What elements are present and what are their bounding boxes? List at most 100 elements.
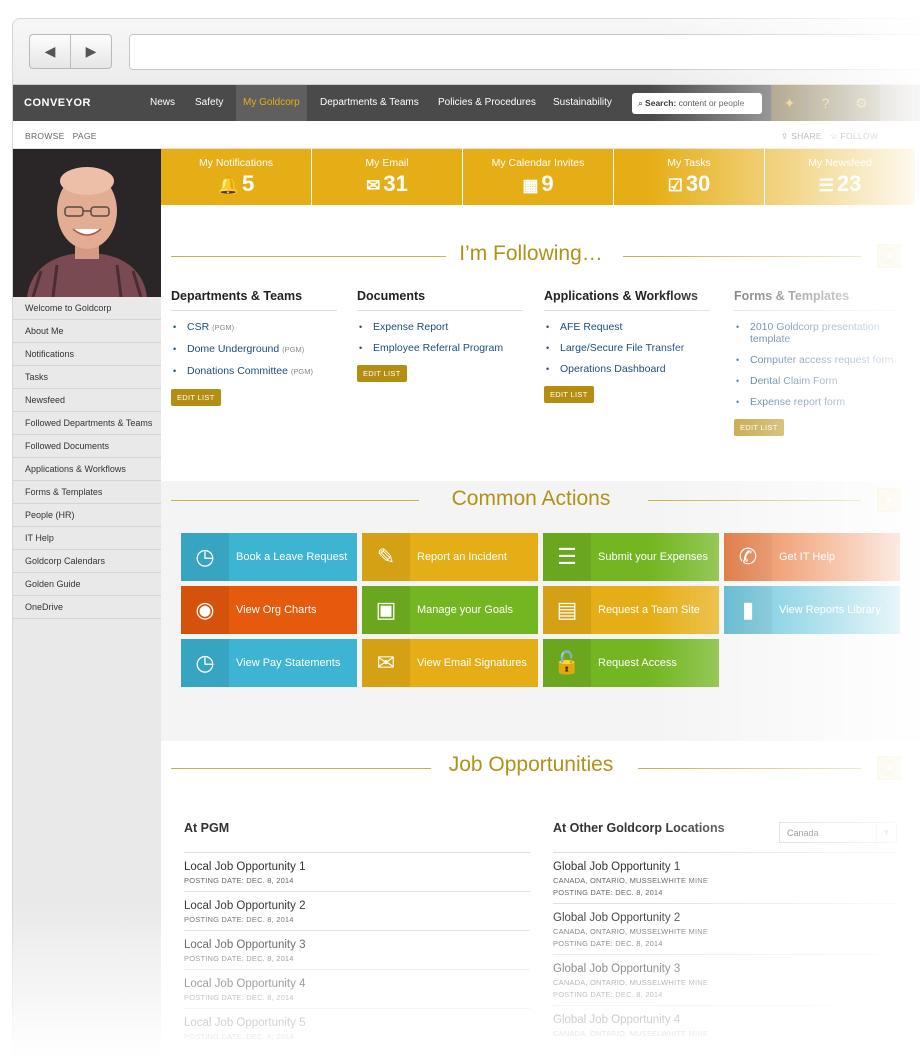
- file-icon: ▮: [724, 586, 772, 634]
- list-item[interactable]: Local Job Opportunity 5 POSTING DATE: DEC…: [184, 1009, 530, 1048]
- list-item[interactable]: Global Job Opportunity 4 CANADA, ONTARIO,…: [553, 1006, 899, 1045]
- nav-safety[interactable]: Safety: [188, 85, 230, 121]
- list-item[interactable]: Donations Committee (PGM): [171, 365, 337, 378]
- site-logo[interactable]: CONVEYOR: [24, 97, 91, 109]
- nav-sustainability[interactable]: Sustainability: [546, 85, 619, 121]
- edit-list-button[interactable]: EDIT LIST: [734, 419, 784, 436]
- column-heading: Departments & Teams: [171, 289, 337, 311]
- edit-list-button[interactable]: EDIT LIST: [171, 389, 221, 406]
- list-item[interactable]: Dome Underground (PGM): [171, 343, 337, 356]
- forward-arrow-icon[interactable]: ▶: [71, 35, 111, 68]
- sidebar-item-tasks[interactable]: Tasks: [13, 366, 161, 389]
- divider: [648, 500, 861, 501]
- ribbon-bar: BROWSE PAGE ⇪ SHARE ☆ FOLLOW: [13, 121, 920, 149]
- list-item[interactable]: Local Job Opportunity 2 POSTING DATE: DEC…: [184, 892, 530, 931]
- action-book-leave[interactable]: ◷ Book a Leave Request: [181, 533, 357, 581]
- gear-icon[interactable]: ⚙: [843, 85, 879, 121]
- edit-list-button[interactable]: EDIT LIST: [357, 365, 407, 382]
- list-item[interactable]: Expense report form: [734, 396, 900, 408]
- action-manage-goals[interactable]: ▣ Manage your Goals: [362, 586, 538, 634]
- collapse-following-button[interactable]: ▲: [877, 244, 901, 268]
- pencil-icon: ✎: [362, 533, 410, 581]
- sidebar-item-calendars[interactable]: Goldcorp Calendars: [13, 550, 161, 573]
- column-heading: Documents: [357, 289, 523, 311]
- list-item[interactable]: Employee Referral Program: [357, 342, 523, 354]
- action-pay-statements[interactable]: ◷ View Pay Statements: [181, 639, 357, 687]
- share-follow: ⇪ SHARE ☆ FOLLOW: [781, 131, 878, 142]
- sidebar-item-about-me[interactable]: About Me: [13, 320, 161, 343]
- column-heading: Applications & Workflows: [544, 289, 710, 311]
- column-heading: At PGM: [184, 821, 530, 853]
- top-icon-group: ✦ ? ⚙: [771, 85, 915, 121]
- browse-page-tabs[interactable]: BROWSE PAGE: [25, 131, 97, 141]
- list-item[interactable]: 2010 Goldcorp presentation template: [734, 321, 900, 345]
- sidebar-item-followed-documents[interactable]: Followed Documents: [13, 435, 161, 458]
- sidebar-item-newsfeed[interactable]: Newsfeed: [13, 389, 161, 412]
- divider: [623, 256, 861, 257]
- list-item[interactable]: AFE Request: [544, 321, 710, 333]
- nav-departments-teams[interactable]: Departments & Teams: [313, 85, 426, 121]
- sidebar-item-people[interactable]: People (HR): [13, 504, 161, 527]
- sidebar-item-applications[interactable]: Applications & Workflows: [13, 458, 161, 481]
- list-item[interactable]: Computer access request form: [734, 354, 900, 366]
- sidebar-item-notifications[interactable]: Notifications: [13, 343, 161, 366]
- sidebar-item-onedrive[interactable]: OneDrive: [13, 596, 161, 619]
- tile-notifications[interactable]: My Notifications 🔔 5: [161, 149, 311, 205]
- list-item[interactable]: Local Job Opportunity 4 POSTING DATE: DEC…: [184, 970, 530, 1009]
- tile-calendar[interactable]: My Calendar Invites ▦ 9: [463, 149, 613, 205]
- history-buttons: ◀ ▶: [29, 34, 112, 69]
- list-item[interactable]: Dental Claim Form: [734, 375, 900, 387]
- list-item[interactable]: CSR (PGM): [171, 321, 337, 334]
- browser-window: ◀ ▶ CONVEYOR News Safety My Goldcorp Dep…: [12, 18, 920, 1058]
- collapse-actions-button[interactable]: ▲: [877, 488, 901, 512]
- follow-link[interactable]: FOLLOW: [841, 131, 879, 141]
- tile-email[interactable]: My Email ✉ 31: [312, 149, 462, 205]
- action-reports-library[interactable]: ▮ View Reports Library: [724, 586, 900, 634]
- star-icon: ☆: [829, 131, 838, 141]
- sidebar-item-forms[interactable]: Forms & Templates: [13, 481, 161, 504]
- checkbox-icon: ☑: [667, 176, 683, 195]
- list-item[interactable]: Large/Secure File Transfer: [544, 342, 710, 354]
- location-select[interactable]: Canada ▼: [779, 822, 897, 843]
- share-link[interactable]: SHARE: [791, 131, 822, 141]
- edit-list-button[interactable]: EDIT LIST: [544, 386, 594, 403]
- action-team-site[interactable]: ▤ Request a Team Site: [543, 586, 719, 634]
- lightbulb-icon[interactable]: ✦: [771, 85, 807, 121]
- envelope-icon: ✉: [366, 176, 381, 195]
- action-report-incident[interactable]: ✎ Report an Incident: [362, 533, 538, 581]
- action-it-help[interactable]: ✆ Get IT Help: [724, 533, 900, 581]
- tile-label: My Calendar Invites: [491, 157, 585, 169]
- list-icon: ☰: [818, 176, 834, 195]
- list-item[interactable]: Expense Report: [357, 321, 523, 333]
- list-item[interactable]: Global Job Opportunity 1 CANADA, ONTARIO,…: [553, 853, 899, 904]
- chart-icon: ▣: [362, 586, 410, 634]
- search-input[interactable]: ⌕ Search: content or people: [632, 93, 762, 114]
- action-email-signatures[interactable]: ✉ View Email Signatures: [362, 639, 538, 687]
- list-item[interactable]: Local Job Opportunity 3 POSTING DATE: DEC…: [184, 931, 530, 970]
- sidebar-item-it-help[interactable]: IT Help: [13, 527, 161, 550]
- action-request-access[interactable]: 🔓 Request Access: [543, 639, 719, 687]
- nav-news[interactable]: News: [143, 85, 182, 121]
- nav-policies-procedures[interactable]: Policies & Procedures: [431, 85, 543, 121]
- action-submit-expenses[interactable]: ☰ Submit your Expenses: [543, 533, 719, 581]
- list-item[interactable]: Global Job Opportunity 2 CANADA, ONTARIO,…: [553, 904, 899, 955]
- list-item[interactable]: Operations Dashboard: [544, 363, 710, 375]
- back-arrow-icon[interactable]: ◀: [30, 35, 71, 68]
- sidebar-item-welcome[interactable]: Welcome to Goldcorp: [13, 297, 161, 320]
- address-bar[interactable]: [129, 34, 920, 70]
- tile-newsfeed[interactable]: My Newsfeed ☰ 23: [765, 149, 915, 205]
- top-navigation: CONVEYOR News Safety My Goldcorp Departm…: [13, 85, 920, 121]
- sidebar-item-followed-departments[interactable]: Followed Departments & Teams: [13, 412, 161, 435]
- collapse-jobs-button[interactable]: ▲: [877, 756, 901, 780]
- tile-count: 5: [241, 171, 255, 196]
- list-item[interactable]: Local Job Opportunity 1 POSTING DATE: DEC…: [184, 853, 530, 892]
- tile-count: 9: [541, 171, 554, 196]
- tile-tasks[interactable]: My Tasks ☑ 30: [614, 149, 764, 205]
- user-avatar[interactable]: [879, 85, 915, 121]
- sidebar-item-golden-guide[interactable]: Golden Guide: [13, 573, 161, 596]
- summary-tiles: My Notifications 🔔 5 My Email ✉ 31 My Cale…: [161, 149, 920, 205]
- list-item[interactable]: Global Job Opportunity 3 CANADA, ONTARIO,…: [553, 955, 899, 1006]
- help-icon[interactable]: ?: [807, 85, 843, 121]
- action-org-charts[interactable]: ◉ View Org Charts: [181, 586, 357, 634]
- nav-my-goldcorp[interactable]: My Goldcorp: [236, 85, 307, 121]
